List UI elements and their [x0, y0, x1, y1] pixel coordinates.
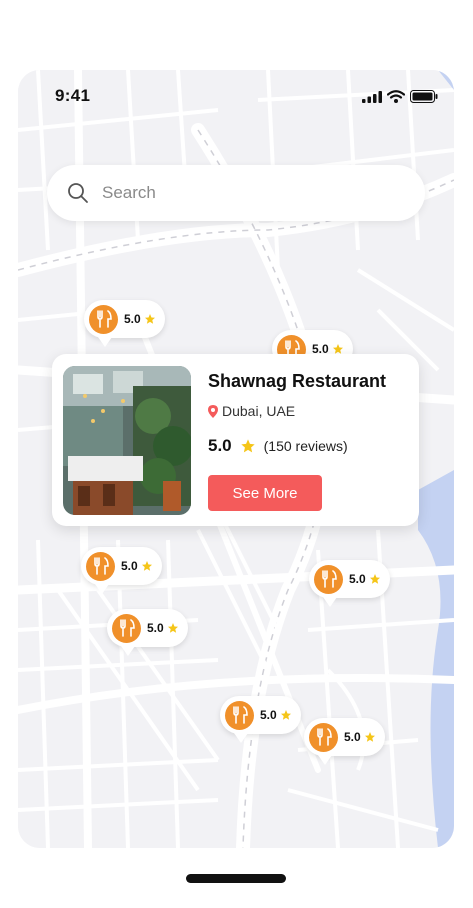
location-text: Dubai, UAE [222, 403, 296, 419]
restaurant-icon [89, 304, 118, 334]
pin-rating: 5.0 [147, 621, 164, 635]
search-placeholder: Search [102, 183, 156, 202]
restaurant-card[interactable]: Shawnag Restaurant Dubai, UAE 5.0 (150 r… [52, 354, 419, 526]
phone-screen: 9:41 Search 5.0 5.0 Shawnag Restaurant D… [18, 70, 454, 848]
restaurant-icon [112, 613, 141, 643]
star-icon [280, 710, 291, 720]
pin-rating: 5.0 [344, 730, 361, 744]
map-pin[interactable]: 5.0 [84, 300, 165, 347]
star-icon [369, 574, 380, 584]
battery-icon [410, 90, 438, 103]
star-icon [144, 314, 155, 324]
signal-icon [362, 90, 382, 103]
search-bar[interactable]: Search [47, 165, 425, 221]
pin-rating: 5.0 [349, 572, 366, 586]
map-pin[interactable]: 5.0 [304, 718, 385, 765]
star-icon [141, 561, 152, 571]
search-icon [68, 183, 88, 203]
review-count: (150 reviews) [263, 438, 348, 454]
status-icons [362, 90, 438, 103]
see-more-button[interactable]: See More [208, 475, 322, 511]
map-pin[interactable]: 5.0 [107, 609, 188, 656]
status-bar: 9:41 [18, 70, 454, 120]
restaurant-location: Dubai, UAE [208, 403, 295, 419]
restaurant-photo [63, 366, 191, 515]
map-pin[interactable]: 5.0 [220, 696, 301, 743]
restaurant-icon [309, 722, 338, 752]
status-time: 9:41 [55, 86, 91, 105]
restaurant-name: Shawnag Restaurant [208, 371, 387, 391]
restaurant-rating: 5.0 (150 reviews) [208, 436, 348, 456]
location-pin-icon [208, 404, 218, 418]
pin-rating: 5.0 [124, 312, 141, 326]
rating-score: 5.0 [208, 436, 232, 455]
star-icon [167, 623, 178, 633]
map-pin[interactable]: 5.0 [81, 547, 162, 594]
home-indicator[interactable] [186, 874, 286, 883]
map-pin[interactable]: 5.0 [309, 560, 390, 607]
pin-rating: 5.0 [260, 708, 277, 722]
wifi-icon [387, 90, 405, 103]
star-icon [364, 732, 375, 742]
restaurant-icon [314, 564, 343, 594]
restaurant-icon [225, 700, 254, 730]
pin-rating: 5.0 [121, 559, 138, 573]
star-icon [240, 439, 255, 453]
restaurant-icon [86, 551, 115, 581]
